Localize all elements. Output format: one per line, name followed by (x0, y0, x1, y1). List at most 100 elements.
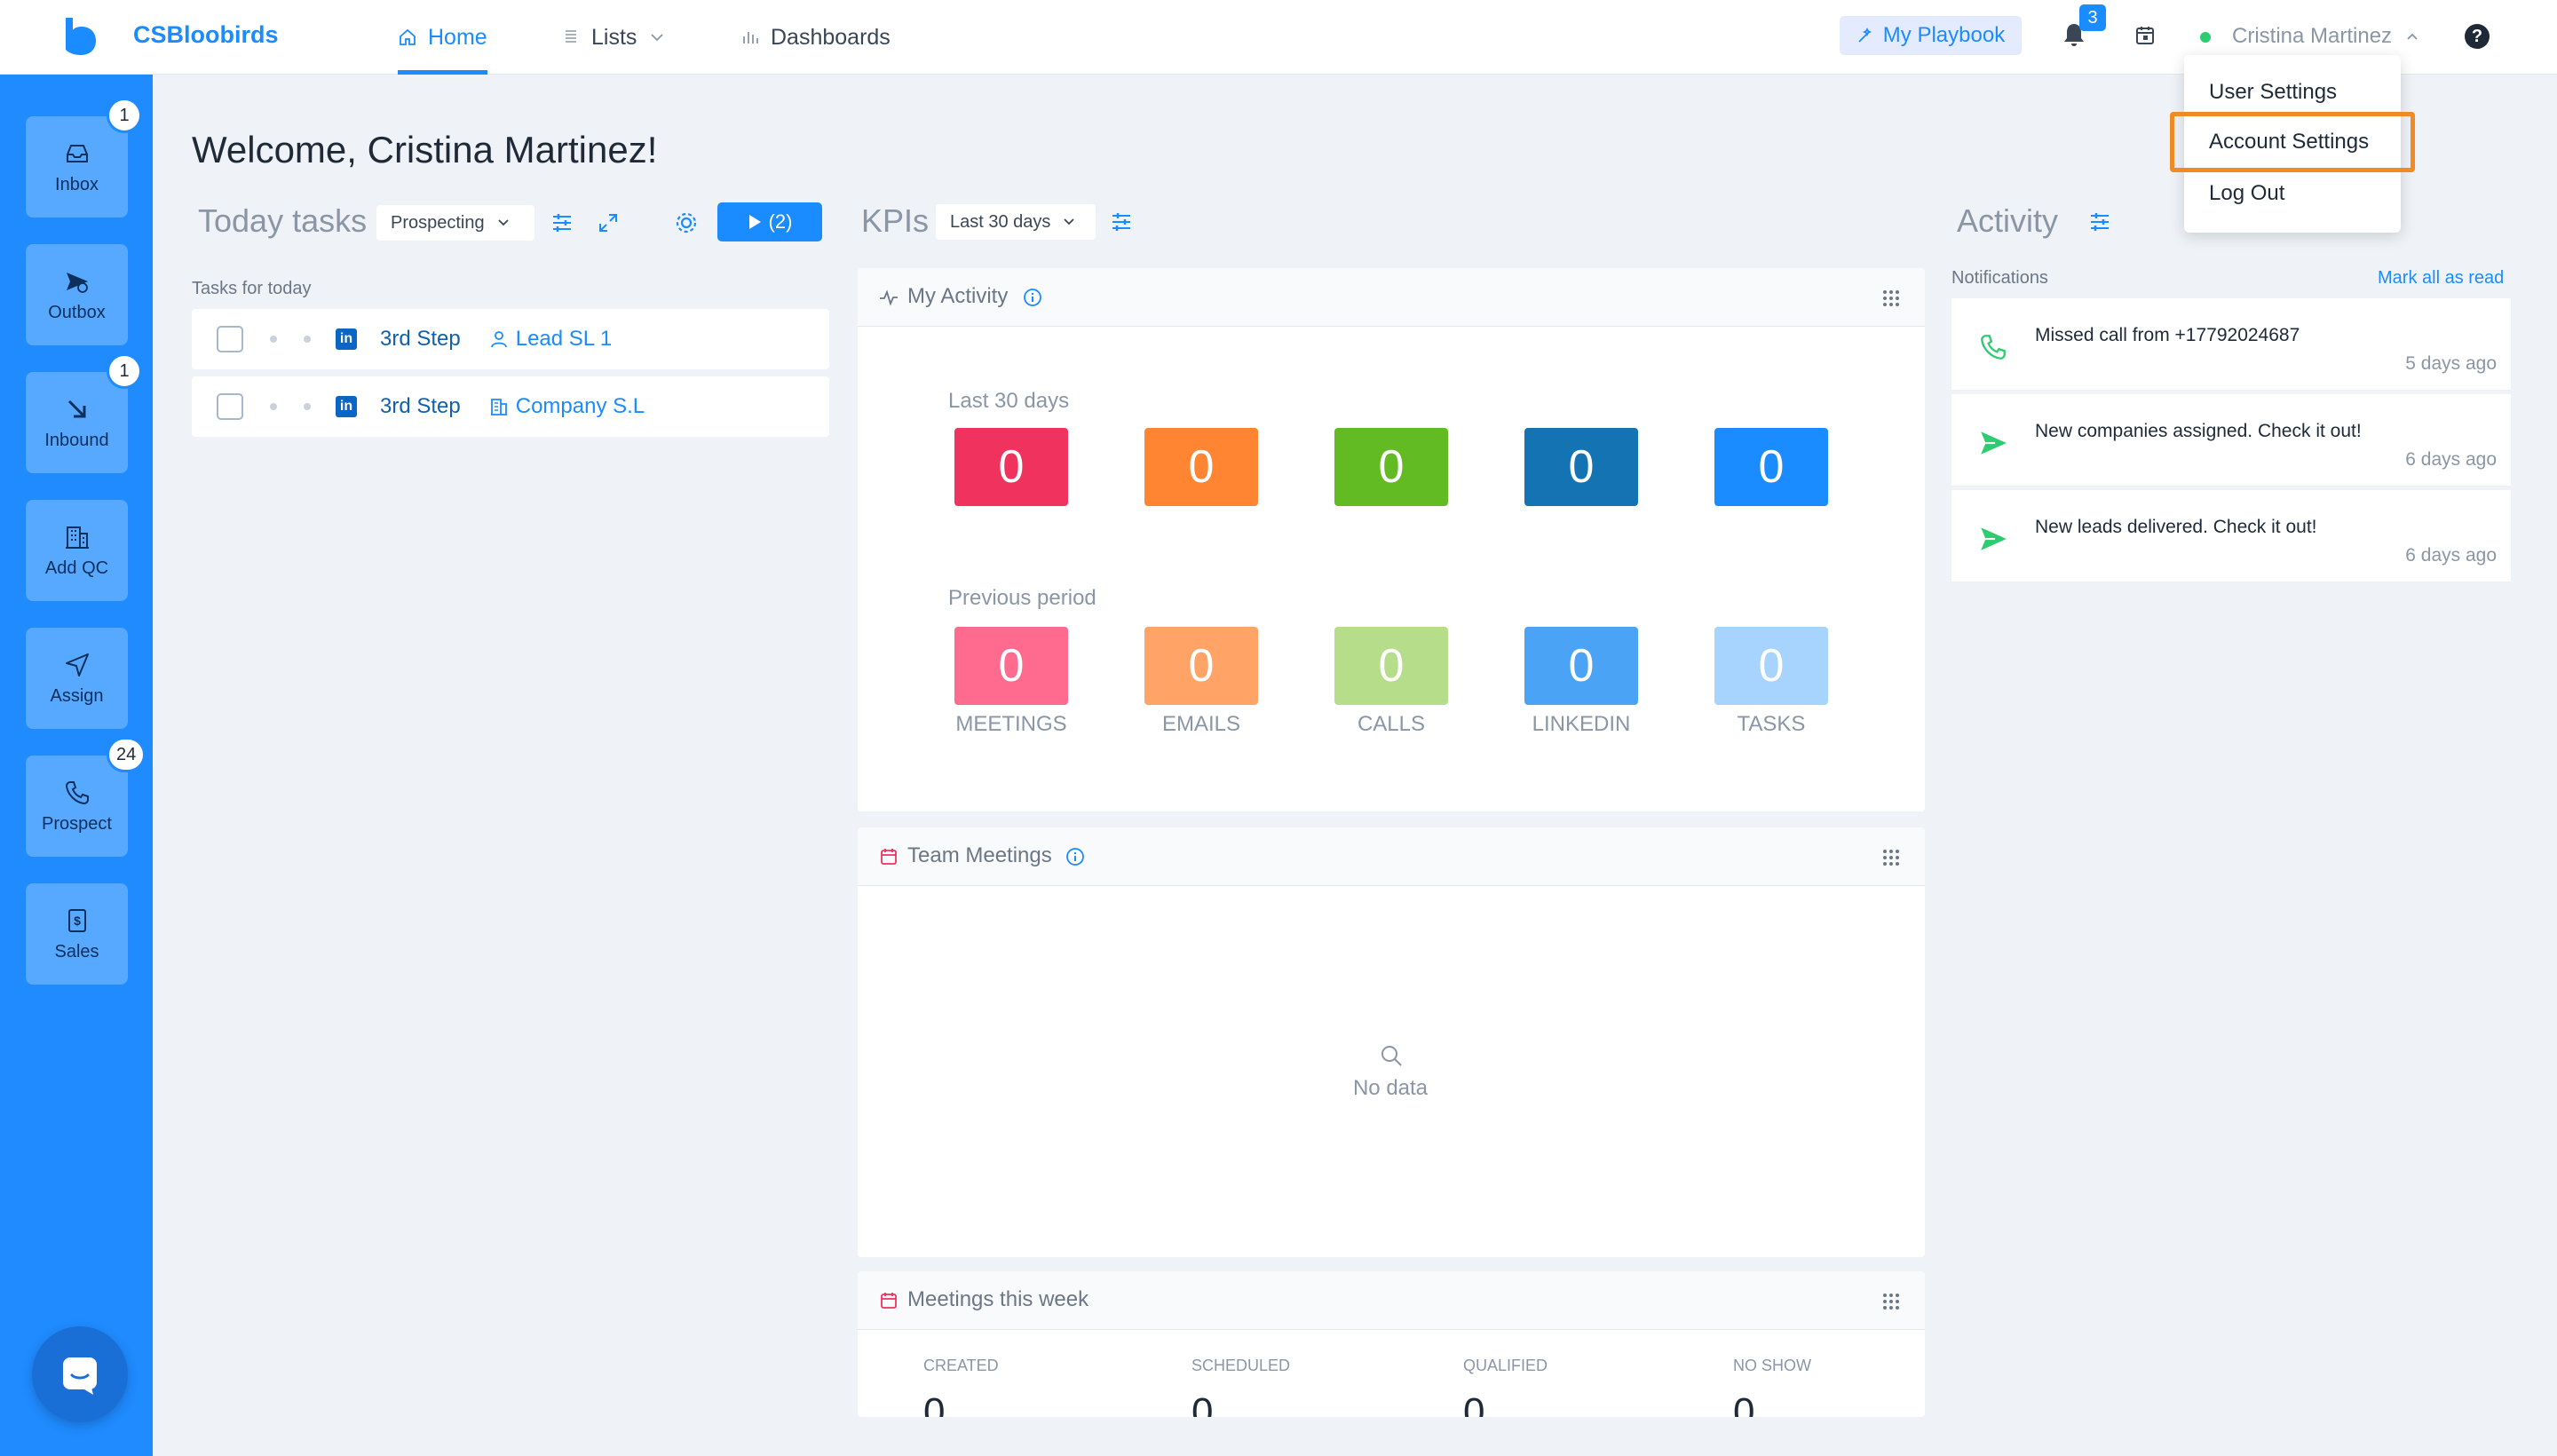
tasks-filter-select[interactable]: Prospecting (376, 205, 534, 241)
sidebar-item-inbox[interactable]: Inbox (26, 116, 128, 218)
task-dot (304, 403, 311, 410)
menu-item-log-out[interactable]: Log Out (2209, 181, 2284, 206)
kpi-name-meetings: MEETINGS (955, 712, 1067, 736)
kpis-range-select[interactable]: Last 30 days (936, 204, 1096, 240)
account-settings-highlight (2170, 112, 2415, 172)
chevron-up-icon[interactable] (2406, 32, 2418, 41)
sidebar-item-label: Add QC (44, 558, 109, 578)
task-checkbox[interactable] (217, 393, 243, 420)
start-tasks-button[interactable]: (2) (717, 202, 822, 241)
notification-item[interactable]: New leads delivered. Check it out! 6 day… (1951, 490, 2511, 582)
mtw-value-created: 0 (923, 1390, 946, 1417)
chevron-down-icon (651, 34, 664, 42)
task-row[interactable]: in 3rd Step Company S.L (192, 376, 829, 437)
drag-grip-icon[interactable] (1882, 849, 1900, 866)
today-tasks-title: Today tasks (198, 202, 368, 239)
task-dot (270, 336, 277, 343)
nav-dashboards[interactable]: Dashboards (740, 0, 891, 75)
sidebar-item-inbound[interactable]: Inbound (26, 372, 128, 473)
svg-text:$: $ (74, 914, 81, 928)
brand-name[interactable]: CSBloobirds (133, 21, 279, 49)
task-dot (270, 403, 277, 410)
start-tasks-count: (2) (768, 210, 793, 233)
phone-icon (1978, 332, 2008, 362)
panel-title: Meetings this week (907, 1287, 1089, 1311)
mark-all-read-link[interactable]: Mark all as read (2378, 268, 2504, 289)
kpi-current-meetings: 0 (954, 428, 1068, 506)
calendar-icon[interactable] (2134, 25, 2156, 46)
kpis-filter-sliders-icon[interactable] (1110, 210, 1133, 233)
sidebar-item-add-qc[interactable]: Add QC (26, 500, 128, 601)
notification-item[interactable]: New companies assigned. Check it out! 6 … (1951, 394, 2511, 487)
user-name[interactable]: Cristina Martinez (2232, 24, 2392, 49)
info-icon[interactable] (1023, 288, 1042, 307)
task-step[interactable]: 3rd Step (380, 394, 461, 419)
kpi-previous-linkedin: 0 (1524, 627, 1638, 705)
task-lead-link[interactable]: Lead SL 1 (489, 327, 612, 352)
play-icon (748, 215, 761, 229)
settings-gear-icon[interactable] (673, 210, 700, 236)
my-playbook-button[interactable]: My Playbook (1840, 16, 2022, 55)
calendar-icon (879, 1291, 899, 1310)
team-meetings-panel: Team Meetings No data (858, 827, 1925, 1257)
mtw-column-no-show: NO SHOW (1733, 1357, 1811, 1374)
chat-icon (63, 1357, 97, 1395)
task-ref-label: Company S.L (515, 394, 645, 418)
notification-item[interactable]: Missed call from +17792024687 5 days ago (1951, 298, 2511, 391)
activity-pulse-icon (879, 288, 899, 307)
kpi-current-linkedin: 0 (1524, 428, 1638, 506)
kpi-name-linkedin: LINKEDIN (1532, 712, 1631, 736)
mtw-column-created: CREATED (923, 1357, 999, 1374)
menu-item-user-settings[interactable]: User Settings (2209, 80, 2337, 105)
magic-wand-icon (1858, 27, 1872, 43)
sidebar-item-assign[interactable]: Assign (26, 628, 128, 729)
outbox-icon (66, 272, 88, 293)
drag-grip-icon[interactable] (1882, 289, 1900, 307)
mtw-column-scheduled: SCHEDULED (1191, 1357, 1291, 1374)
send-icon (1978, 428, 2008, 458)
sidebar-item-prospect[interactable]: Prospect (26, 756, 128, 857)
tasks-filter-value: Prospecting (391, 212, 485, 233)
inbound-arrow-icon (67, 400, 85, 417)
task-row[interactable]: in 3rd Step Lead SL 1 (192, 309, 829, 369)
notification-text: Missed call from +17792024687 (2035, 325, 2300, 345)
chevron-down-icon (497, 219, 509, 226)
kpi-current-tasks: 0 (1714, 428, 1828, 506)
notification-count-badge: 3 (2079, 4, 2106, 31)
activity-filter-sliders-icon[interactable] (2088, 210, 2111, 233)
dollar-icon: $ (67, 908, 86, 932)
kpis-title: KPIs (861, 202, 930, 239)
task-step[interactable]: 3rd Step (380, 327, 461, 352)
bloobirds-logo[interactable] (62, 16, 98, 57)
nav-home[interactable]: Home (398, 0, 487, 75)
drag-grip-icon[interactable] (1882, 1293, 1900, 1310)
task-checkbox[interactable] (217, 326, 243, 352)
empty-state-text: No data (1352, 1076, 1429, 1100)
nav-lists[interactable]: Lists (561, 0, 667, 75)
sidebar-item-outbox[interactable]: Outbox (26, 244, 128, 345)
my-playbook-label: My Playbook (1882, 23, 2006, 47)
sidebar-item-sales[interactable]: $ Sales (26, 883, 128, 985)
phone-icon (65, 780, 89, 804)
sidebar-item-label: Inbound (44, 430, 109, 450)
mtw-column-qualified: QUALIFIED (1463, 1357, 1548, 1374)
chat-support-button[interactable] (32, 1326, 128, 1422)
kpi-name-calls: CALLS (1357, 712, 1426, 736)
filter-sliders-icon[interactable] (550, 211, 574, 234)
prospect-badge: 24 (107, 737, 146, 772)
panel-header (858, 268, 1925, 327)
notification-text: New companies assigned. Check it out! (2035, 421, 2362, 441)
chevron-down-icon (1064, 218, 1075, 226)
expand-icon[interactable] (597, 211, 620, 234)
top-bar (0, 0, 2557, 75)
notifications-label: Notifications (1951, 268, 2048, 288)
welcome-heading: Welcome, Cristina Martinez! (192, 129, 658, 170)
search-icon (1380, 1044, 1403, 1067)
inbox-badge: 1 (107, 98, 142, 133)
notification-time: 6 days ago (2405, 449, 2497, 470)
task-company-link[interactable]: Company S.L (489, 394, 645, 419)
info-icon[interactable] (1065, 847, 1085, 866)
kpi-current-calls: 0 (1334, 428, 1448, 506)
help-icon[interactable]: ? (2465, 24, 2490, 49)
kpi-current-emails: 0 (1144, 428, 1258, 506)
